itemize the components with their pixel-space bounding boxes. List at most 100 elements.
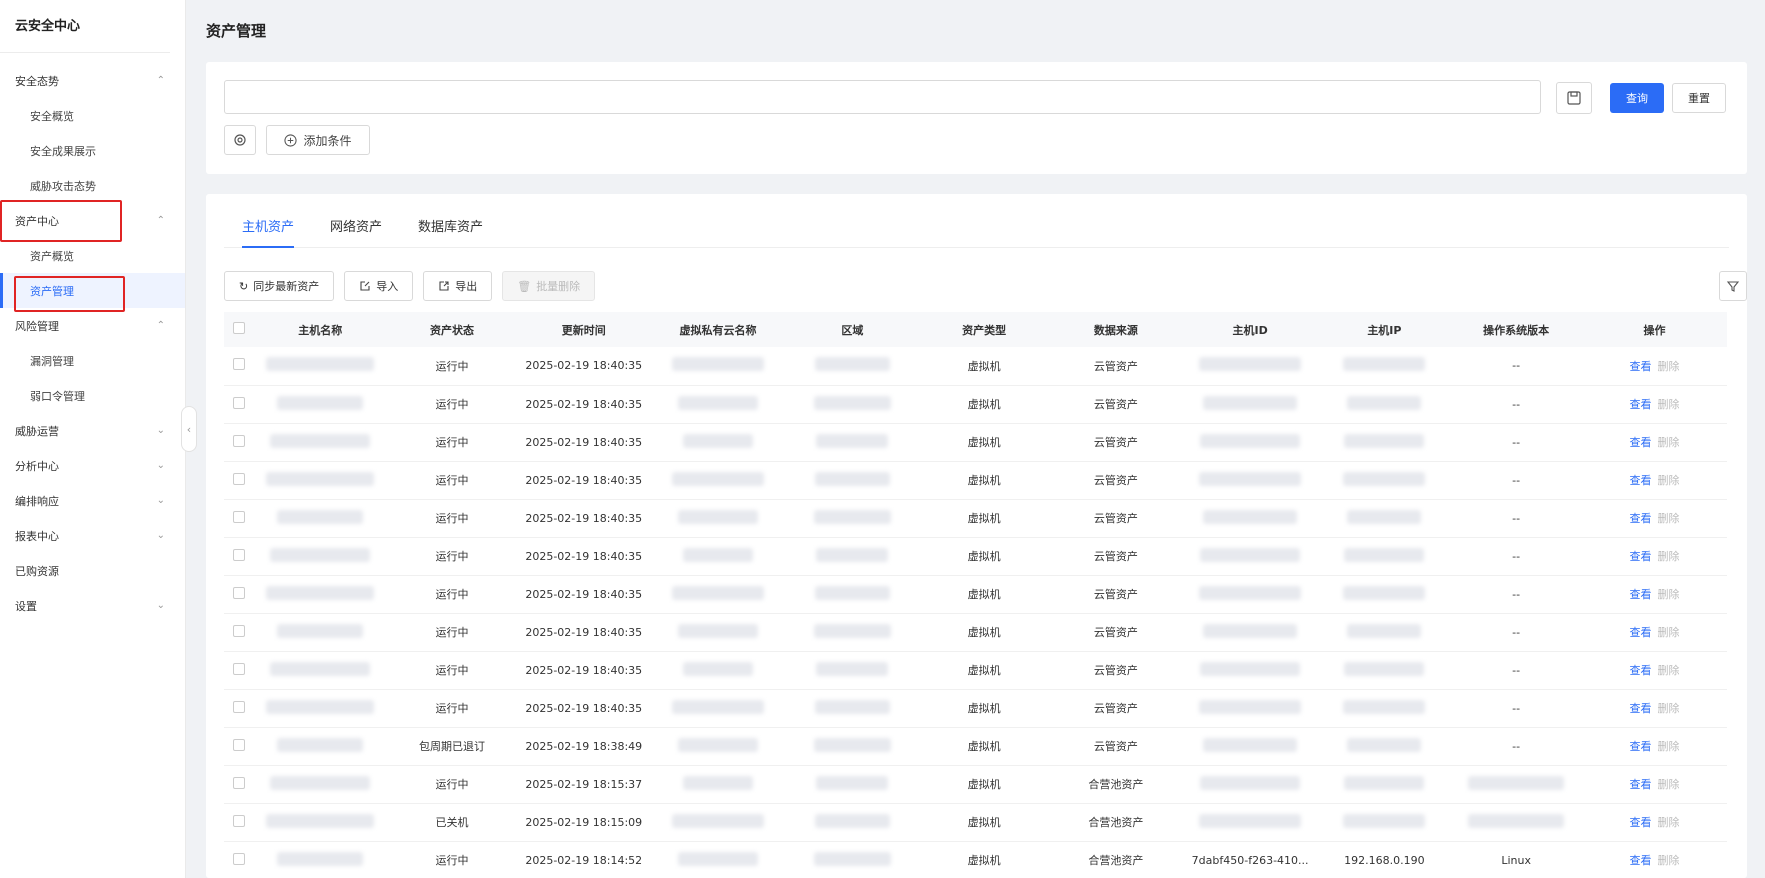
tab-asset-type[interactable]: 主机资产 [242,216,295,248]
view-link[interactable]: 查看 [1630,854,1652,867]
delete-link[interactable]: 删除 [1658,702,1680,715]
table-row[interactable]: 运行中 2025-02-19 18:40:35 虚拟机 云管资产 -- 查看 删除 [224,423,1727,461]
sidebar-item[interactable]: 资产管理 [0,273,185,308]
host-id-cell [1182,651,1319,689]
row-checkbox[interactable] [233,700,246,713]
redacted-value [1199,699,1302,714]
sidebar-item-label: 风险管理 [15,319,59,333]
host-id-cell: 7dabf450-f263-410... [1191,853,1309,867]
view-link[interactable]: 查看 [1630,512,1652,525]
select-all-checkbox[interactable] [233,322,246,334]
query-input[interactable] [224,80,1541,114]
row-checkbox[interactable] [233,358,246,371]
view-link[interactable]: 查看 [1630,436,1652,449]
delete-link[interactable]: 删除 [1658,816,1680,829]
table-row[interactable]: 运行中 2025-02-19 18:15:37 虚拟机 合营池资产 查看 删除 [224,765,1727,803]
redacted-value [277,395,364,410]
view-link[interactable]: 查看 [1630,702,1652,715]
delete-link[interactable]: 删除 [1658,398,1680,411]
sidebar-item[interactable]: 报表中心 ⌄ [0,518,185,553]
view-link[interactable]: 查看 [1630,398,1652,411]
host-name-cell [254,803,386,841]
row-checkbox[interactable] [233,472,246,485]
row-checkbox[interactable] [233,548,246,561]
query-settings-button[interactable] [224,125,256,155]
row-checkbox[interactable] [233,738,246,751]
view-link[interactable]: 查看 [1630,550,1652,563]
sidebar-item[interactable]: 已购资源 [0,553,185,588]
view-link[interactable]: 查看 [1630,360,1652,373]
sidebar-item[interactable]: 分析中心 ⌄ [0,448,185,483]
redacted-value [814,471,890,486]
host-name-cell [254,727,386,765]
view-link[interactable]: 查看 [1630,474,1652,487]
delete-link[interactable]: 删除 [1658,360,1680,373]
row-select-cell [224,385,254,423]
sidebar-item[interactable]: 威胁运营 ⌄ [0,413,185,448]
view-link[interactable]: 查看 [1630,588,1652,601]
table-row[interactable]: 运行中 2025-02-19 18:14:52 虚拟机 合营池资产 7dabf450-f… [224,841,1727,878]
table-row[interactable]: 运行中 2025-02-19 18:40:35 虚拟机 云管资产 -- 查看 删除 [224,613,1727,651]
sidebar-item[interactable]: 设置 ⌄ [0,588,185,623]
row-checkbox[interactable] [233,586,246,599]
row-checkbox[interactable] [233,396,246,409]
delete-link[interactable]: 删除 [1658,588,1680,601]
table-row[interactable]: 运行中 2025-02-19 18:40:35 虚拟机 云管资产 -- 查看 删除 [224,575,1727,613]
sidebar-item[interactable]: 安全概览 [0,98,185,133]
tab-asset-type[interactable]: 数据库资产 [418,216,483,247]
sidebar-item[interactable]: 资产中心 ⌃ [0,203,185,238]
reset-button[interactable]: 重置 [1672,83,1726,113]
asset-type-cell: 虚拟机 [967,474,1001,487]
row-checkbox[interactable] [233,776,246,789]
delete-link[interactable]: 删除 [1658,512,1680,525]
row-checkbox[interactable] [233,814,246,827]
sidebar-item[interactable]: 弱口令管理 [0,378,185,413]
row-checkbox[interactable] [233,852,246,865]
row-checkbox[interactable] [233,434,246,447]
tab-asset-type[interactable]: 网络资产 [330,216,382,247]
sync-assets-button[interactable]: ↻ 同步最新资产 [224,271,335,301]
delete-link[interactable]: 删除 [1658,474,1680,487]
table-row[interactable]: 运行中 2025-02-19 18:40:35 虚拟机 云管资产 -- 查看 删除 [224,537,1727,575]
redacted-value [1199,813,1302,828]
delete-link[interactable]: 删除 [1658,550,1680,563]
column-filter-button[interactable] [1719,271,1747,301]
sidebar-item[interactable]: 漏洞管理 [0,343,185,378]
table-row[interactable]: 运行中 2025-02-19 18:40:35 虚拟机 云管资产 -- 查看 删除 [224,689,1727,727]
delete-link[interactable]: 删除 [1658,664,1680,677]
sidebar-item[interactable]: 编排响应 ⌄ [0,483,185,518]
delete-link[interactable]: 删除 [1658,854,1680,867]
import-button[interactable]: 导入 [344,271,414,301]
view-link[interactable]: 查看 [1630,740,1652,753]
view-link[interactable]: 查看 [1630,626,1652,639]
row-checkbox[interactable] [233,624,246,637]
delete-link[interactable]: 删除 [1658,740,1680,753]
sidebar-item[interactable]: 资产概览 [0,238,185,273]
delete-link[interactable]: 删除 [1658,436,1680,449]
save-query-button[interactable] [1556,82,1592,114]
table-row[interactable]: 运行中 2025-02-19 18:40:35 虚拟机 云管资产 -- 查看 删除 [224,385,1727,423]
table-row[interactable]: 运行中 2025-02-19 18:40:35 虚拟机 云管资产 -- 查看 删除 [224,651,1727,689]
row-checkbox[interactable] [233,510,246,523]
view-link[interactable]: 查看 [1630,664,1652,677]
table-row[interactable]: 已关机 2025-02-19 18:15:09 虚拟机 合营池资产 查看 删除 [224,803,1727,841]
column-header: 主机名称 [298,323,343,337]
view-link[interactable]: 查看 [1630,816,1652,829]
table-row[interactable]: 运行中 2025-02-19 18:40:35 虚拟机 云管资产 -- 查看 删除 [224,347,1727,385]
redacted-value [1344,661,1425,676]
sidebar-item[interactable]: 威胁攻击态势 [0,168,185,203]
table-row[interactable]: 包周期已退订 2025-02-19 18:38:49 虚拟机 云管资产 -- 查看 删除 [224,727,1727,765]
view-link[interactable]: 查看 [1630,778,1652,791]
row-checkbox[interactable] [233,662,246,675]
delete-link[interactable]: 删除 [1658,778,1680,791]
sidebar-item[interactable]: 安全态势 ⌃ [0,63,185,98]
batch-delete-button[interactable]: 🗑 批量删除 [502,271,596,301]
delete-link[interactable]: 删除 [1658,626,1680,639]
export-button[interactable]: 导出 [423,271,493,301]
sidebar-item[interactable]: 安全成果展示 [0,133,185,168]
search-button[interactable]: 查询 [1610,83,1664,113]
add-condition-button[interactable]: 添加条件 [266,125,370,155]
table-row[interactable]: 运行中 2025-02-19 18:40:35 虚拟机 云管资产 -- 查看 删除 [224,461,1727,499]
sidebar-item[interactable]: 风险管理 ⌃ [0,308,185,343]
table-row[interactable]: 运行中 2025-02-19 18:40:35 虚拟机 云管资产 -- 查看 删除 [224,499,1727,537]
